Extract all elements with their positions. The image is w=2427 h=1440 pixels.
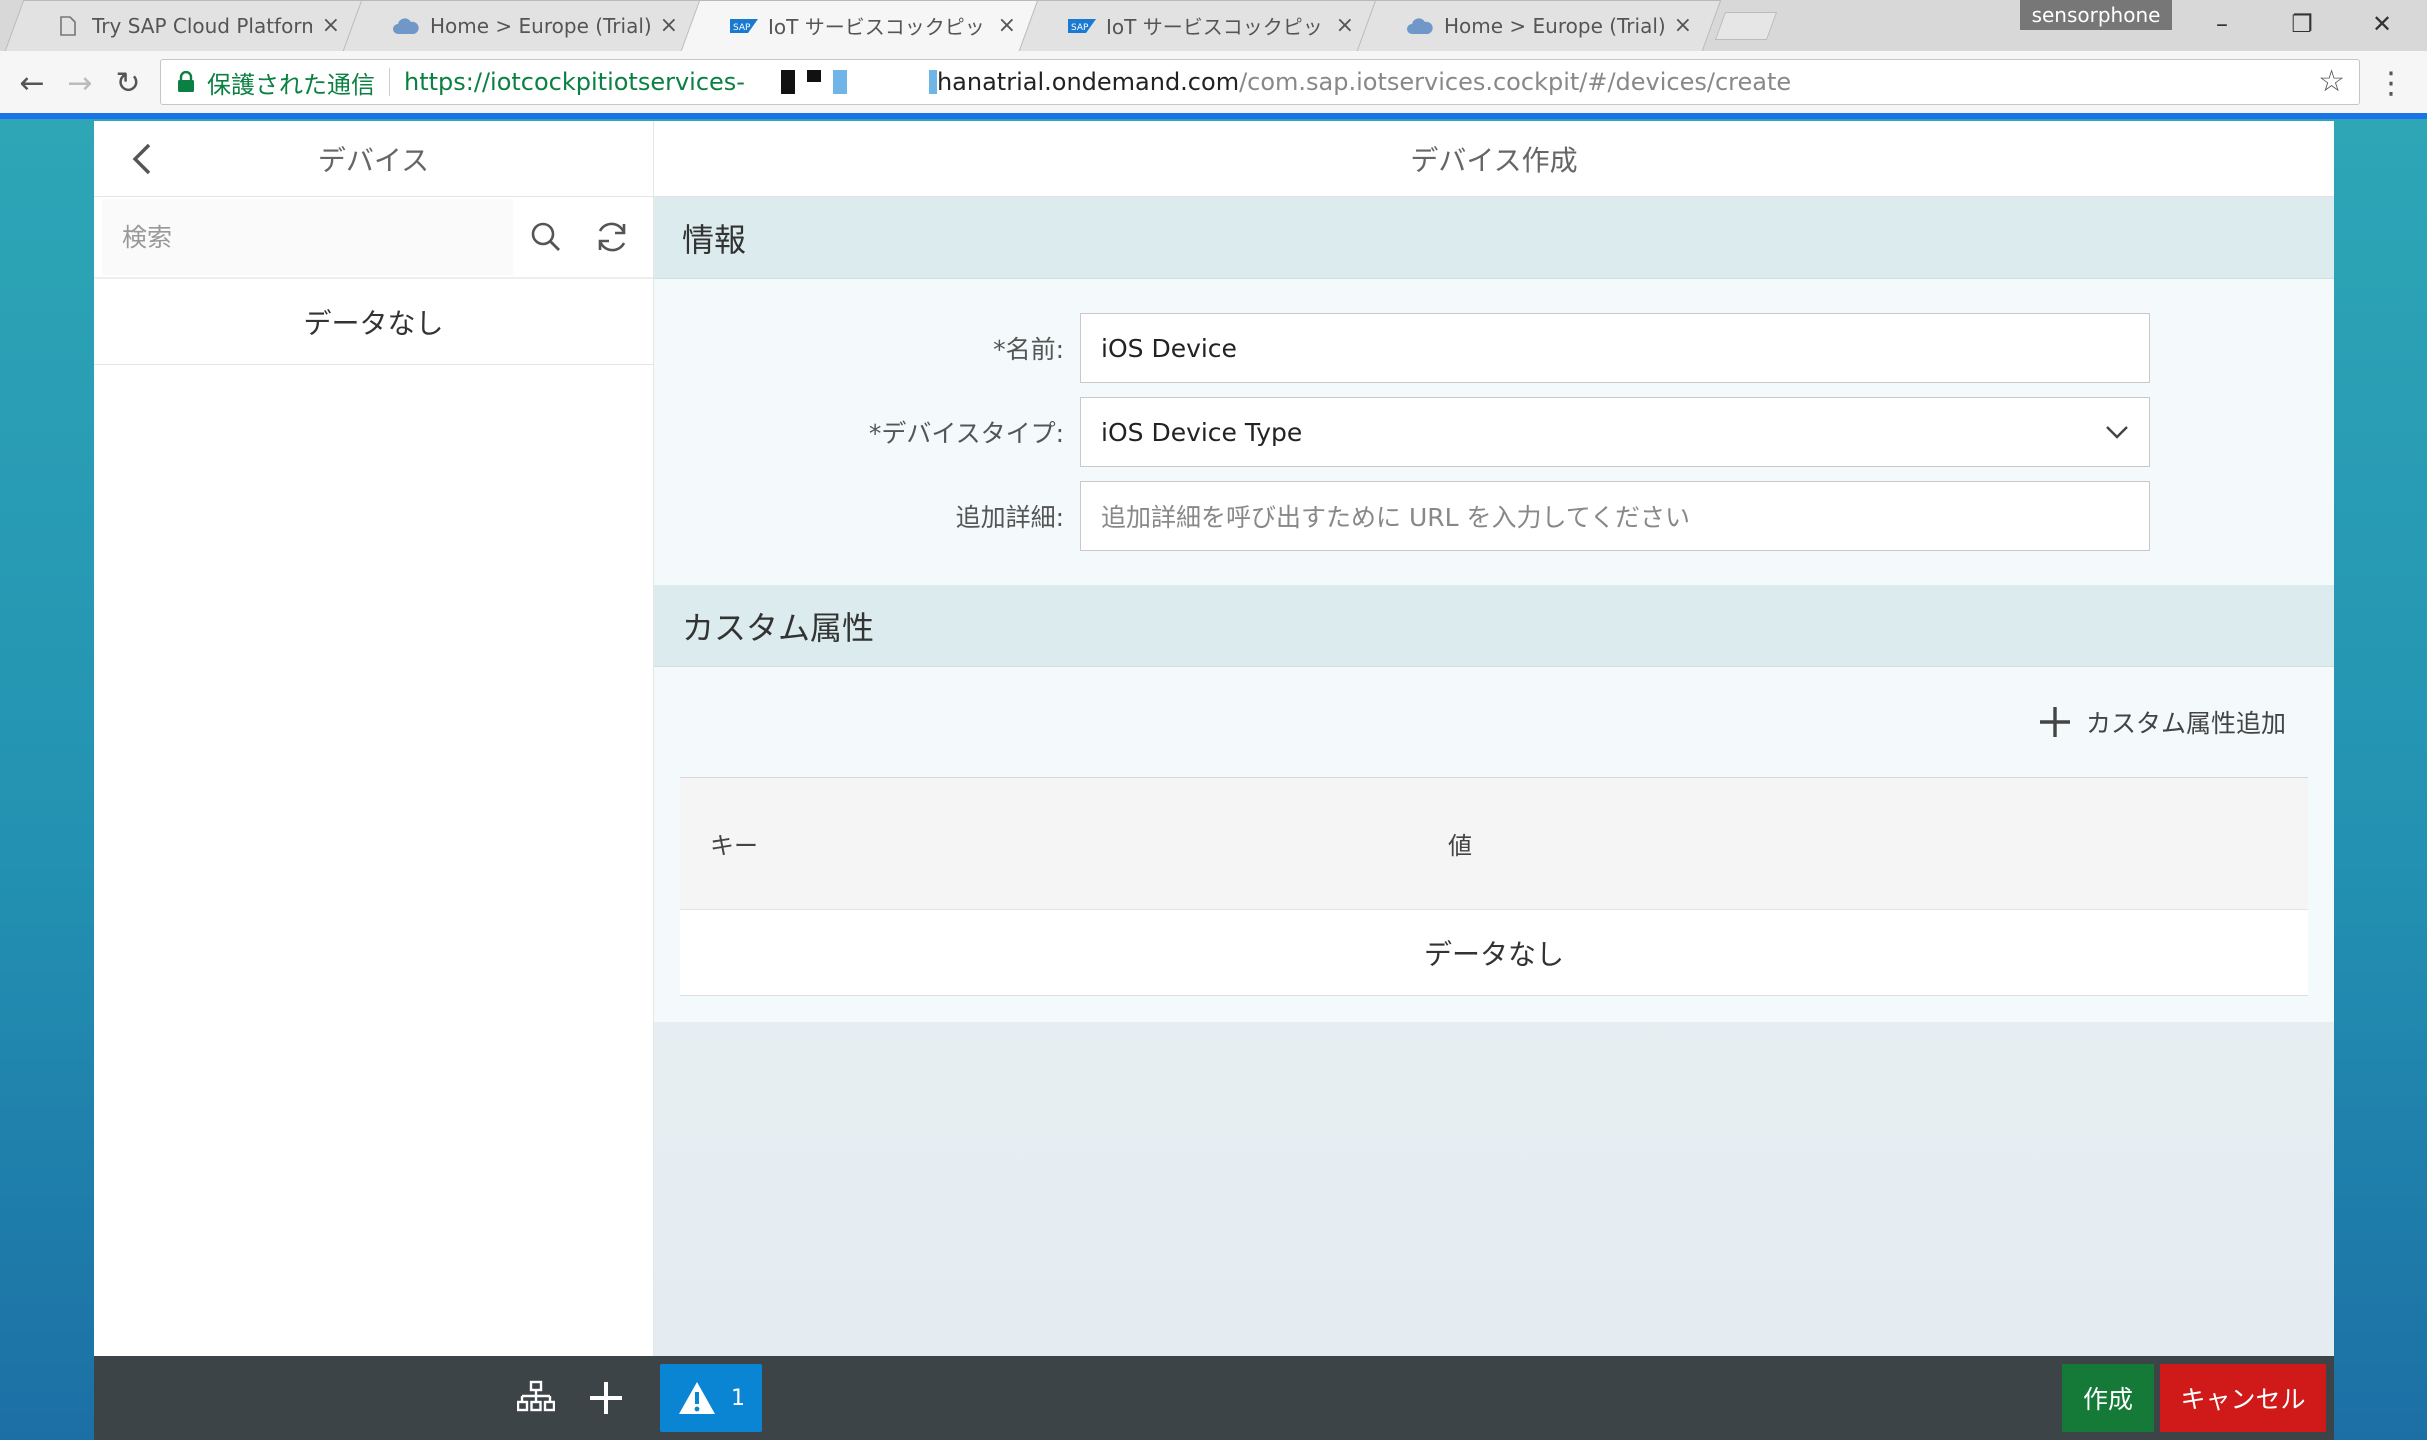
profile-badge[interactable]: sensorphone	[2020, 0, 2172, 30]
device-type-row: *デバイスタイプ: iOS Device Type	[654, 397, 2334, 467]
redaction-block	[780, 70, 795, 94]
svg-text:SAP: SAP	[1071, 23, 1089, 33]
create-button[interactable]: 作成	[2062, 1364, 2154, 1432]
browser-tab[interactable]: Home > Europe (Trial) > ×	[352, 0, 698, 51]
app-shell: デバイス データなし デバイス作成 情報 *名前: iOS Device *デバ…	[94, 121, 2334, 1440]
hierarchy-button[interactable]	[502, 1364, 570, 1432]
back-arrow-icon[interactable]: ←	[8, 59, 56, 107]
close-icon[interactable]: ×	[1674, 13, 1692, 38]
warning-count: 1	[731, 1385, 745, 1411]
address-bar: ← → ↻ 保護された通信 https://iotcockpitiotservi…	[0, 51, 2427, 115]
tab-title: IoT サービスコックピット	[1106, 15, 1326, 39]
back-button[interactable]	[118, 135, 166, 183]
tab-title: IoT サービスコックピット	[768, 15, 988, 39]
info-form: *名前: iOS Device *デバイスタイプ: iOS Device Typ…	[654, 279, 2334, 585]
close-icon[interactable]: ×	[998, 13, 1016, 38]
minimize-icon[interactable]: –	[2182, 0, 2262, 48]
browser-tab[interactable]: Try SAP Cloud Platform ×	[14, 0, 360, 51]
tab-title: Home > Europe (Trial) >	[430, 13, 650, 38]
search-icon	[531, 222, 560, 251]
add-device-button[interactable]	[572, 1364, 640, 1432]
extra-details-row: 追加詳細: 追加詳細を呼び出すために URL を入力してください	[654, 481, 2334, 551]
refresh-icon	[598, 222, 626, 252]
add-custom-attribute-button[interactable]: カスタム属性追加	[2038, 704, 2286, 740]
chevron-left-icon	[132, 143, 151, 175]
sap-icon: SAP	[730, 16, 758, 36]
warnings-button[interactable]: 1	[660, 1364, 762, 1432]
master-title: デバイス	[317, 143, 430, 177]
device-type-select[interactable]: iOS Device Type	[1080, 397, 2150, 467]
redaction-block	[832, 70, 847, 94]
doc-icon	[54, 15, 82, 36]
detail-pane: デバイス作成 情報 *名前: iOS Device *デバイスタイプ: iOS …	[654, 121, 2334, 1356]
info-section-title: 情報	[654, 197, 2334, 279]
hierarchy-icon	[517, 1380, 555, 1412]
custom-attributes-table: キー 値 データなし	[680, 777, 2308, 996]
tab-title: Try SAP Cloud Platform	[92, 13, 312, 38]
plus-icon	[2039, 707, 2070, 737]
browser-tab[interactable]: Home > Europe (Trial) > ×	[1366, 0, 1712, 51]
browser-menu-icon[interactable]: ⋮	[2371, 59, 2411, 107]
url-host: hanatrial.ondemand.com	[936, 68, 1240, 96]
cloud-icon	[1406, 16, 1434, 36]
search-button[interactable]	[513, 204, 579, 270]
close-window-icon[interactable]: ✕	[2342, 0, 2422, 48]
name-row: *名前: iOS Device	[654, 313, 2334, 383]
search-input[interactable]	[102, 199, 513, 275]
sap-icon: SAP	[1068, 16, 1096, 36]
secure-label: 保護された通信	[207, 70, 375, 99]
forward-arrow-icon[interactable]: →	[56, 59, 104, 107]
url-field[interactable]: 保護された通信 https://iotcockpitiotservices- h…	[160, 59, 2360, 105]
lock-icon	[178, 71, 194, 92]
tab-title: Home > Europe (Trial) >	[1444, 13, 1664, 38]
table-header: キー 値	[680, 778, 2308, 910]
close-icon[interactable]: ×	[1336, 13, 1354, 38]
device-type-label: *デバイスタイプ:	[868, 419, 1064, 448]
name-input[interactable]: iOS Device	[1080, 313, 2150, 383]
custom-toolbar: カスタム属性追加	[680, 667, 2308, 777]
master-header: デバイス	[94, 121, 653, 197]
browser-tabbar: Try SAP Cloud Platform × Home > Europe (…	[0, 0, 2427, 51]
close-icon[interactable]: ×	[322, 13, 340, 38]
divider	[389, 68, 390, 96]
new-tab-button[interactable]	[1714, 12, 1778, 40]
refresh-button[interactable]	[579, 204, 645, 270]
chevron-down-icon	[2106, 426, 2128, 439]
add-custom-attribute-label: カスタム属性追加	[2085, 709, 2286, 738]
redaction-block	[928, 70, 937, 94]
secure-indicator[interactable]: 保護された通信	[161, 65, 375, 100]
url-path: /com.sap.iotservices.cockpit/#/devices/c…	[1239, 68, 1792, 96]
extra-details-label: 追加詳細:	[955, 503, 1064, 532]
cloud-icon	[392, 16, 420, 36]
redaction-block	[806, 70, 821, 82]
browser-tab-active[interactable]: SAP IoT サービスコックピット ×	[690, 0, 1036, 51]
plus-icon	[590, 1382, 622, 1414]
restore-icon[interactable]: ❐	[2262, 0, 2342, 48]
footer-toolbar: 1 作成 キャンセル	[94, 1356, 2334, 1440]
name-label: *名前:	[993, 335, 1064, 364]
search-bar	[94, 197, 653, 279]
cancel-button[interactable]: キャンセル	[2160, 1364, 2326, 1432]
reload-icon[interactable]: ↻	[104, 59, 152, 107]
column-value: 値	[1448, 832, 1472, 860]
extra-details-input[interactable]: 追加詳細を呼び出すために URL を入力してください	[1080, 481, 2150, 551]
table-no-data: データなし	[680, 910, 2308, 996]
master-no-data: データなし	[94, 279, 653, 365]
device-type-value: iOS Device Type	[1101, 417, 1303, 447]
custom-section-title: カスタム属性	[654, 585, 2334, 667]
column-key: キー	[710, 832, 758, 860]
detail-title: デバイス作成	[654, 121, 2334, 197]
url-scheme: https://iotcockpitiotservices-	[404, 68, 745, 96]
svg-text:SAP: SAP	[733, 23, 751, 33]
custom-attributes: カスタム属性追加 キー 値 データなし	[654, 667, 2334, 1022]
close-icon[interactable]: ×	[660, 13, 678, 38]
master-pane: デバイス データなし	[94, 121, 654, 1356]
bookmark-star-icon[interactable]: ☆	[2318, 64, 2345, 99]
warning-icon	[679, 1382, 715, 1414]
browser-tab[interactable]: SAP IoT サービスコックピット ×	[1028, 0, 1374, 51]
